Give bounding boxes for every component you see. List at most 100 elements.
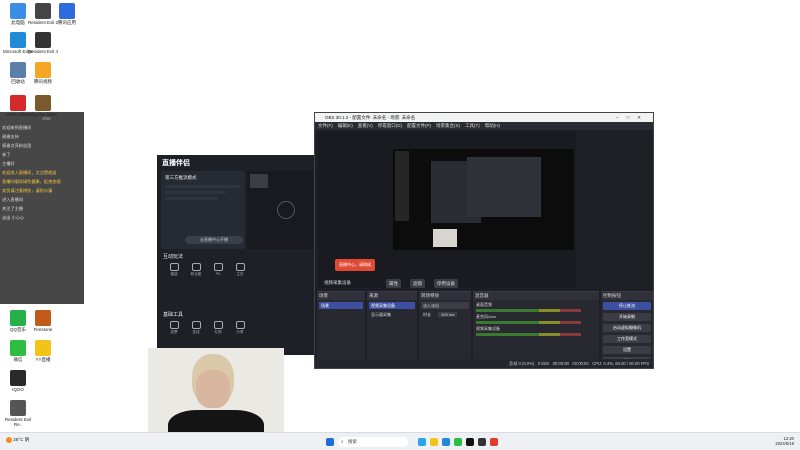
edge-icon[interactable] xyxy=(442,438,450,446)
volume-meter[interactable] xyxy=(476,333,581,336)
transition-select[interactable]: 淡入淡出 xyxy=(421,302,469,309)
control-button[interactable]: 启动虚拟摄像机 xyxy=(603,324,651,332)
tool-button[interactable]: 粉丝团 xyxy=(187,263,205,277)
menu-item[interactable]: 文件(F) xyxy=(318,123,333,128)
desktop-icon[interactable]: YY直播 xyxy=(28,340,58,362)
weather-icon xyxy=(6,437,12,443)
chrome-icon[interactable] xyxy=(490,438,498,446)
tool-button[interactable]: 福袋 xyxy=(165,263,183,277)
tool-button[interactable]: 连线 xyxy=(187,321,205,335)
controls-dock: 控制按钮 停止推流开始录制启动虚拟摄像机工作室模式设置退出 xyxy=(601,291,653,365)
preview-canvas xyxy=(393,149,574,250)
chat-message: 欢迎进入直播间，点点赞就送 xyxy=(2,170,57,175)
menu-item[interactable]: 帮助(H) xyxy=(485,123,500,128)
section-tools: 基础工具 xyxy=(163,312,184,318)
tool-icon xyxy=(169,321,179,329)
sources-title: 来源 xyxy=(367,292,417,300)
desktop-icon[interactable]: Firestone xyxy=(28,310,58,332)
control-button[interactable]: 工作室模式 xyxy=(603,335,651,343)
source-item[interactable]: 视频采集设备 xyxy=(369,302,415,309)
chat-message: 送出 小心心 xyxy=(2,215,25,220)
filters-button[interactable]: 滤镜 xyxy=(410,279,425,288)
tool-label: PK xyxy=(215,272,221,276)
live-center-overlay[interactable]: 直播中心，请稍候 xyxy=(335,259,375,271)
obs-icon[interactable] xyxy=(478,438,486,446)
scene-item[interactable]: 场景 xyxy=(319,302,363,309)
wechat-icon[interactable] xyxy=(454,438,462,446)
window-controls[interactable]: –□✕ xyxy=(616,113,649,122)
obs-window: OBS 30.1.2 - 配置文件: 未命名 - 场景: 未命名 –□✕ 文件(… xyxy=(314,112,654,369)
desktop-icon[interactable]: 腾讯应用 xyxy=(52,3,82,25)
desktop-icon-label: 腾讯视频 xyxy=(34,79,52,84)
duration-label: 时长 xyxy=(423,312,431,317)
menu-item[interactable]: 编辑(E) xyxy=(338,123,353,128)
menu-item[interactable]: 查看(V) xyxy=(358,123,373,128)
app-icon xyxy=(35,310,51,326)
tool-label: 分享 xyxy=(236,330,244,334)
chat-message: 直播间倡导绿色健康，拒绝违规 xyxy=(2,179,61,184)
preview-area xyxy=(247,171,313,249)
tool-icon xyxy=(213,263,223,271)
start-live-button[interactable]: 去直播中心开播 xyxy=(185,236,243,244)
widgets-icon[interactable] xyxy=(418,438,426,446)
menu-item[interactable]: 配置文件(P) xyxy=(407,123,431,128)
mixer-channel: 麦克风/Aux xyxy=(473,314,599,324)
chat-header: ONE xyxy=(42,116,52,121)
chat-message: 来了 xyxy=(2,152,11,157)
obs-source-toolbar: 视频采集设备 属性 滤镜 停用设备 xyxy=(318,279,648,289)
control-button[interactable]: 设置 xyxy=(603,346,651,354)
chat-message: 欢迎来到直播间 xyxy=(2,125,32,130)
control-button[interactable]: 停止推流 xyxy=(603,302,651,310)
tool-button[interactable]: 主页 xyxy=(231,263,249,277)
tiktok-icon[interactable] xyxy=(466,438,474,446)
tool-button[interactable]: 礼物 xyxy=(209,321,227,335)
deactivate-button[interactable]: 停用设备 xyxy=(434,279,458,288)
desktop-icon[interactable]: IQOO xyxy=(3,370,33,392)
duration-row: 时长 300 ms xyxy=(421,311,469,318)
tool-label: 粉丝团 xyxy=(190,272,202,276)
desktop-icon-label: Resident Evil Re.. xyxy=(4,417,32,427)
desktop-icon[interactable]: 腾讯视频 xyxy=(28,62,58,84)
desktop-icon[interactable]: Resident Evil 4 xyxy=(28,32,58,54)
source-item[interactable]: 显示器采集 xyxy=(369,311,415,318)
stream-mode-label[interactable]: 第三方推流模式 xyxy=(165,175,241,181)
explorer-icon[interactable] xyxy=(430,438,438,446)
channel-label: 桌面音频 xyxy=(476,302,492,307)
desktop-icon-label: Resident Evil 4 xyxy=(28,49,59,54)
tool-icon xyxy=(235,321,245,329)
chat-message: 感谢点亮粉丝团 xyxy=(2,143,32,148)
duration-input[interactable]: 300 ms xyxy=(438,312,458,317)
live-companion-window: 直播伴侣 第三方推流模式 去直播中心开播 互动玩法 福袋 粉丝团 PK 主页 基础工具… xyxy=(157,155,317,355)
sources-dock: 来源 视频采集设备 显示器采集 xyxy=(367,291,417,359)
chat-message: 主播好 xyxy=(2,161,15,166)
stream-mode-panel: 第三方推流模式 去直播中心开播 xyxy=(161,171,245,249)
controls-title: 控制按钮 xyxy=(601,292,653,300)
taskbar-search[interactable]: ⌕ 搜索 xyxy=(338,437,408,447)
app-icon xyxy=(10,95,26,111)
properties-button[interactable]: 属性 xyxy=(386,279,401,288)
channel-label: 视频采集设备 xyxy=(476,326,500,331)
app-icon xyxy=(35,3,51,19)
mixer-channel: 视频采集设备 xyxy=(473,326,599,336)
volume-meter[interactable] xyxy=(476,309,581,312)
app-icon xyxy=(35,340,51,356)
menu-item[interactable]: 场景集合(S) xyxy=(436,123,460,128)
weather-text: 26°C 阴 xyxy=(13,437,30,443)
clock-date: 2024/6/19 xyxy=(775,441,794,446)
tool-button[interactable]: 分享 xyxy=(231,321,249,335)
obs-statusbar: 丢帧 0 (0.0%) 0 kb/s 00:00:00 00:00:00 CPU… xyxy=(315,359,653,368)
volume-meter[interactable] xyxy=(476,321,581,324)
clock[interactable]: 12:20 2024/6/19 xyxy=(775,436,794,446)
menu-item[interactable]: 工具(T) xyxy=(465,123,480,128)
tool-button[interactable]: PK xyxy=(209,263,227,276)
control-button[interactable]: 开始录制 xyxy=(603,313,651,321)
dropped-frames: 丢帧 0 (0.0%) xyxy=(509,361,535,366)
tool-button[interactable]: 投票 xyxy=(165,321,183,335)
desktop-icon[interactable]: Resident Evil Re.. xyxy=(3,400,33,427)
tool-label: 投票 xyxy=(170,330,178,334)
camera-icon[interactable] xyxy=(277,201,295,219)
weather-widget[interactable]: 26°C 阴 xyxy=(6,437,29,443)
windows-icon[interactable] xyxy=(326,438,334,446)
menu-item[interactable]: 停靠窗口(D) xyxy=(378,123,402,128)
scenes-title: 场景 xyxy=(317,292,365,300)
